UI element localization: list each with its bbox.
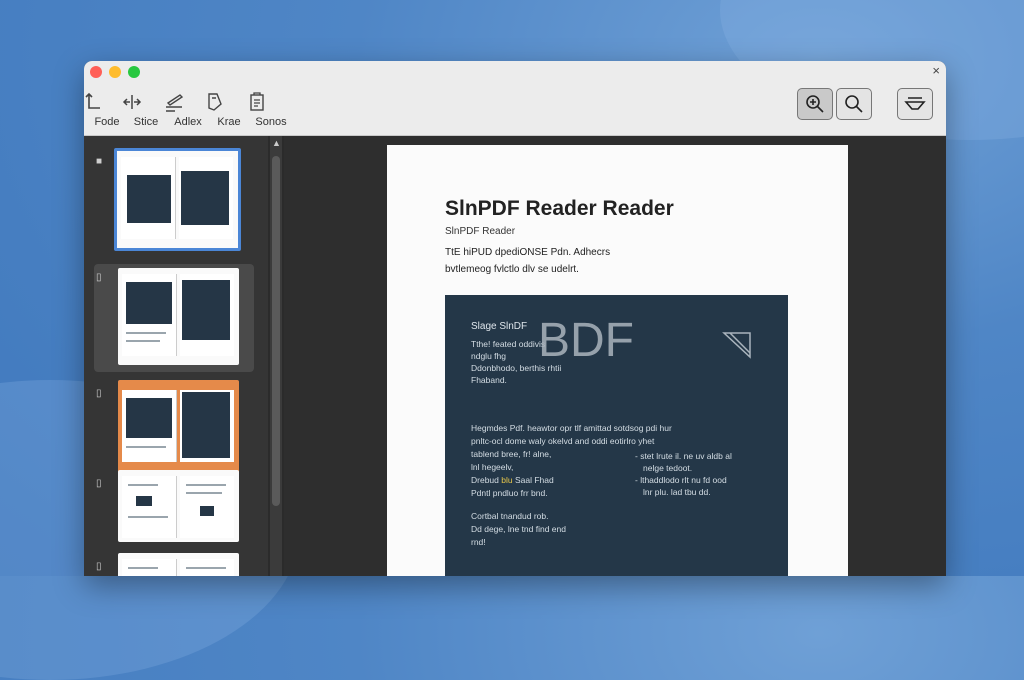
block-text: Saal Fhad bbox=[514, 475, 554, 485]
block-text: rnd! bbox=[471, 537, 486, 547]
zoom-in-button[interactable] bbox=[797, 88, 833, 120]
page-thumbnail[interactable] bbox=[118, 380, 239, 477]
search-button[interactable] bbox=[836, 88, 872, 120]
thumbnail-sidebar: ■ ▯ ▯ ▯ ▯ bbox=[84, 136, 268, 576]
document-subtitle: SlnPDF Reader bbox=[445, 226, 516, 237]
document-title: SlnPDF Reader Reader bbox=[445, 197, 674, 220]
zoom-window-button[interactable] bbox=[128, 66, 140, 78]
highlighted-text: blu bbox=[501, 475, 513, 485]
document-viewer[interactable]: SlnPDF Reader Reader SlnPDF Reader TtE h… bbox=[284, 136, 946, 576]
tool-label: Sonos bbox=[255, 116, 287, 128]
thumbnail-row[interactable]: ▯ bbox=[94, 264, 254, 372]
thumbnail-row[interactable]: ■ bbox=[84, 148, 256, 256]
minimize-window-button[interactable] bbox=[109, 66, 121, 78]
split-icon bbox=[122, 95, 142, 109]
page-thumbnail[interactable] bbox=[118, 470, 239, 542]
bullet-item: - lthaddlodo rlt nu fd ood bbox=[635, 475, 727, 485]
page-thumbnail[interactable] bbox=[118, 268, 239, 365]
block-text: lnl hegeelv, bbox=[471, 462, 514, 472]
document-intro: TtE hiPUD dpediONSE Pdn. Adhecrs bbox=[445, 247, 611, 258]
thumbnail-row[interactable]: ▯ bbox=[84, 553, 256, 576]
block-text: Cortbal tnandud rob. bbox=[471, 511, 549, 521]
block-text: Hegmdes Pdf. heawtor opr tlf amittad sot… bbox=[471, 423, 672, 433]
filter-button[interactable] bbox=[897, 88, 933, 120]
document-intro: bvtlemeog fvlctlo dlv se udelrt. bbox=[445, 264, 579, 275]
thumbnail-row[interactable]: ▯ bbox=[84, 470, 256, 560]
lock-icon: ■ bbox=[96, 156, 103, 167]
page-icon: ▯ bbox=[96, 561, 102, 572]
document-page: SlnPDF Reader Reader SlnPDF Reader TtE h… bbox=[387, 145, 848, 576]
block-text: Pdntl pndluo frr bnd. bbox=[471, 488, 548, 498]
crop-icon bbox=[208, 93, 222, 111]
page-thumbnail[interactable] bbox=[118, 553, 239, 576]
filter-icon bbox=[904, 97, 926, 110]
block-text: Drebud blu Saal Fhad bbox=[471, 475, 554, 485]
block-text: pnltc-ocl dome waly okelvd and oddi eoti… bbox=[471, 436, 655, 446]
page-icon: ▯ bbox=[96, 388, 102, 399]
sidebar-scroll-thumb[interactable] bbox=[272, 156, 280, 506]
page-icon: ▯ bbox=[96, 478, 102, 489]
tool-clipboard-button[interactable]: Sonos bbox=[246, 91, 296, 128]
toolbar: × Fode Stice Adlex Krae Sonos bbox=[84, 61, 946, 136]
block-text: Drebud bbox=[471, 475, 499, 485]
block-text: Fhaband. bbox=[471, 375, 507, 385]
pdf-reader-window: × Fode Stice Adlex Krae Sonos ■ ▯ ▯ ▯ ▯ … bbox=[84, 61, 946, 576]
block-label: Slage SlnDF bbox=[471, 321, 528, 332]
block-big-text: BDF bbox=[538, 314, 634, 367]
annotate-icon bbox=[166, 94, 184, 112]
bullet-text: lnr plu. lad tbu dd. bbox=[643, 487, 711, 497]
rotate-icon bbox=[85, 92, 100, 109]
bullet-item: - stet lrute il. ne uv aldb al bbox=[635, 451, 732, 461]
page-icon: ▯ bbox=[96, 272, 102, 283]
page-thumbnail[interactable] bbox=[114, 148, 241, 251]
block-text: Tthe! feated oddivis bbox=[471, 339, 546, 349]
close-window-button[interactable] bbox=[90, 66, 102, 78]
clipboard-icon bbox=[250, 92, 264, 111]
block-text: ndglu fhg bbox=[471, 351, 506, 361]
block-text: tablend bree, fr! alne, bbox=[471, 449, 552, 459]
bullet-text: nelge tedoot. bbox=[643, 463, 693, 473]
arrow-icon bbox=[722, 332, 751, 359]
block-text: Dd dege, lne tnd find end bbox=[471, 524, 566, 534]
scroll-up-arrow-icon[interactable]: ▲ bbox=[272, 138, 281, 150]
content-block: Slage SlnDF Tthe! feated oddivis ndglu f… bbox=[445, 295, 788, 576]
close-icon[interactable]: × bbox=[932, 63, 940, 78]
search-icon bbox=[845, 95, 863, 113]
zoom-in-icon bbox=[806, 95, 824, 113]
